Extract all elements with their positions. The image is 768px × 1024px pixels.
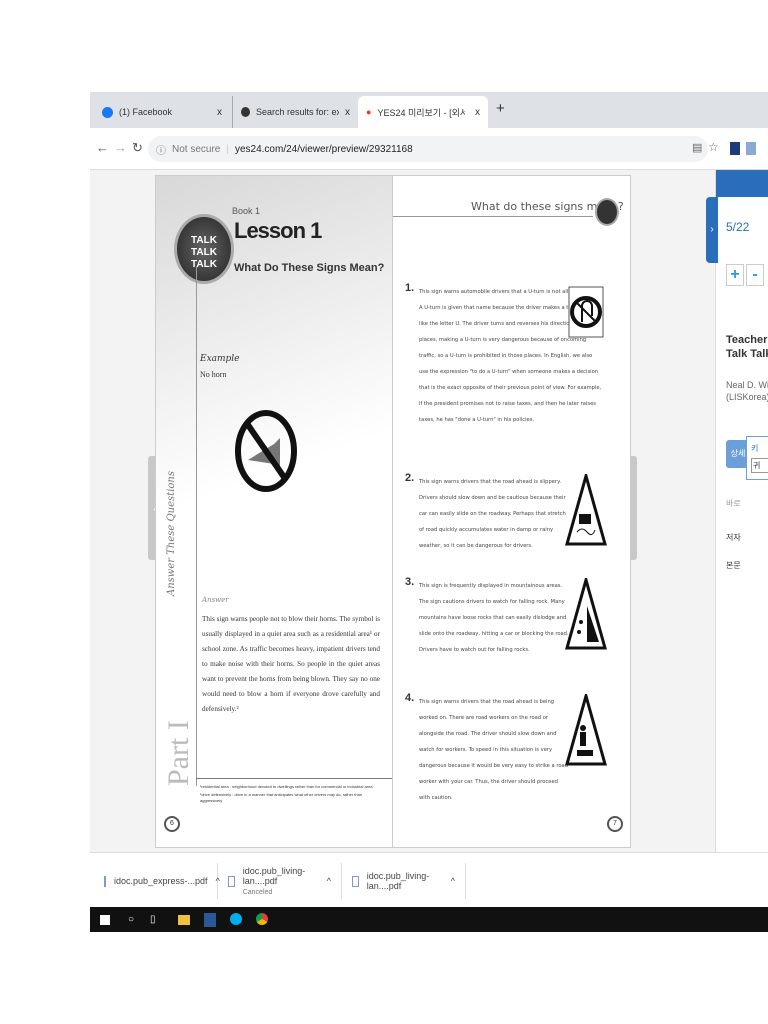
facebook-icon (102, 106, 113, 118)
omnibox[interactable]: ⓘ Not secure | yes24.com/24/viewer/preview/… (148, 136, 708, 162)
sign-item-2: 2. This sign warns drivers that the road … (405, 472, 566, 549)
forward-icon[interactable]: → (114, 140, 127, 155)
right-page: What do these signs mean? 1. This sign wa… (393, 175, 631, 848)
zoom-in-button[interactable]: + (726, 264, 744, 286)
pdf-file-icon (352, 875, 359, 887)
preview-side-panel: › 5/22 + - Teacher's Talk Talk Neal D. W… (706, 170, 768, 852)
yes24-icon: ● (366, 107, 372, 117)
pdf-file-icon (104, 875, 106, 887)
extension-icon[interactable] (746, 142, 756, 155)
popup-input[interactable]: 귀 (751, 458, 768, 473)
talk-talk-logo: TALK TALK TALK (174, 214, 234, 284)
page-number: 7 (607, 816, 623, 832)
no-u-turn-sign (568, 286, 604, 338)
zoom-out-button[interactable]: - (746, 264, 764, 286)
close-tab-button[interactable]: x (345, 107, 350, 118)
search-icon[interactable]: ○ (128, 914, 134, 925)
new-tab-button[interactable]: + (496, 100, 505, 117)
chrome-icon[interactable] (256, 913, 268, 925)
windows-start-icon[interactable] (100, 915, 110, 925)
taskbar: ○ ▯ (90, 907, 768, 932)
sign-item-4: 4. This sign warns drivers that the road … (405, 692, 568, 801)
address-bar-row: ← → ↻ ⓘ Not secure | yes24.com/24/viewer/pr… (90, 128, 768, 170)
page-number: 6 (164, 816, 180, 832)
word-icon[interactable] (204, 913, 216, 927)
popup: 키귀 (746, 436, 768, 480)
chevron-up-icon: ^ (326, 876, 331, 886)
pdf-file-icon (228, 875, 235, 887)
sign-item-3: 3. This sign is frequently displayed in m… (405, 576, 569, 653)
falling-rocks-sign (565, 578, 607, 650)
tab-strip: (1) Facebookx Search results for: expres… (90, 92, 768, 128)
file-explorer-icon[interactable] (178, 915, 190, 925)
page-indicator: 5/22 (726, 220, 750, 234)
lesson-heading: Lesson 1 (234, 218, 322, 243)
slippery-road-sign (565, 474, 607, 546)
tab-search[interactable]: Search results for: express yoursex (232, 96, 358, 128)
downloads-bar: idoc.pub_express-...pdf ^ idoc.pub_living… (90, 852, 768, 907)
book-viewer: ‹ › TALKTALKTALK Book 1 Lesson 1 What Do… (90, 170, 768, 852)
tab-yes24[interactable]: ●YES24 미리보기 - [외서] Teacherx (358, 96, 488, 128)
task-view-icon[interactable]: ▯ (150, 914, 156, 925)
skype-icon[interactable] (230, 913, 242, 925)
close-tab-button[interactable]: x (475, 107, 480, 118)
chevron-up-icon: ^ (450, 876, 455, 886)
no-horn-sign (235, 410, 297, 492)
panel-toggle-button[interactable]: › (706, 197, 718, 263)
tab-facebook[interactable]: (1) Facebook x (94, 96, 230, 128)
download-item[interactable]: idoc.pub_express-...pdf ^ (94, 863, 220, 899)
reload-icon[interactable]: ↻ (132, 140, 143, 156)
left-page: TALK TALK TALK Book 1 Lesson 1 What Do The… (155, 175, 393, 848)
download-item[interactable]: idoc.pub_living-lan....pdf ^ (342, 863, 466, 899)
divider (196, 266, 197, 786)
close-tab-button[interactable]: x (217, 107, 222, 118)
translate-icon[interactable]: ▤ (692, 141, 702, 154)
back-icon[interactable]: ← (96, 140, 109, 155)
download-item[interactable]: idoc.pub_living-lan....pdf Canceled ^ (218, 863, 342, 899)
divider (196, 778, 392, 779)
info-icon: ⓘ (156, 145, 166, 157)
talk-talk-logo-small (595, 198, 619, 226)
extension-icon[interactable] (730, 142, 740, 155)
search-icon (241, 107, 251, 117)
divider (393, 216, 593, 217)
panel-header (716, 170, 768, 197)
bookmark-star-icon[interactable]: ☆ (708, 140, 719, 154)
road-work-sign (565, 694, 607, 766)
